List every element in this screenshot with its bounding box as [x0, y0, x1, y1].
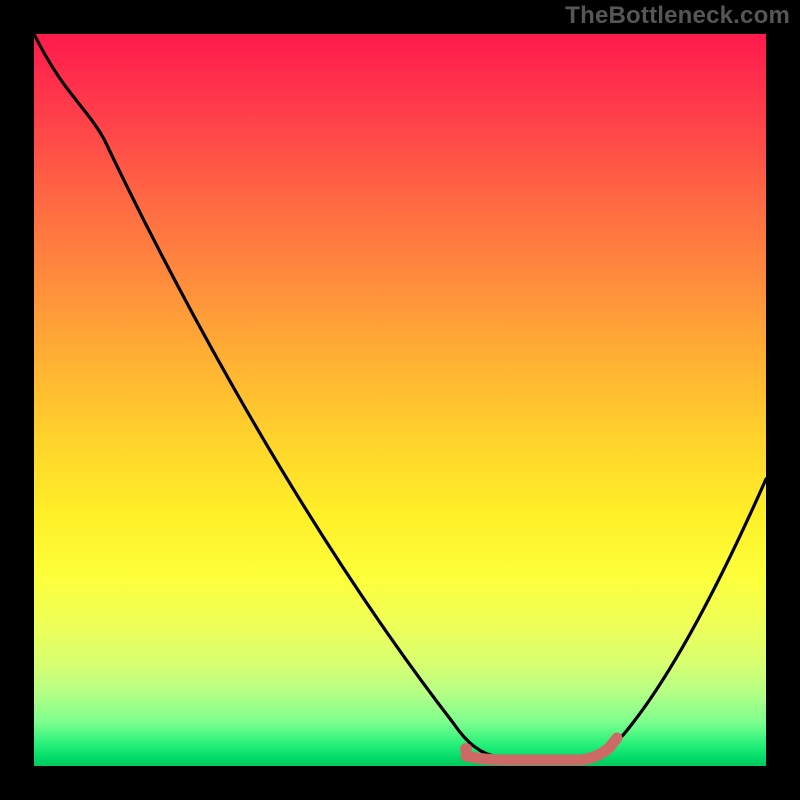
highlight-path: [466, 738, 617, 760]
chart-frame: TheBottleneck.com: [0, 0, 800, 800]
watermark-text: TheBottleneck.com: [565, 2, 790, 30]
highlight-segment: [34, 34, 766, 766]
plot-area: [34, 34, 766, 766]
